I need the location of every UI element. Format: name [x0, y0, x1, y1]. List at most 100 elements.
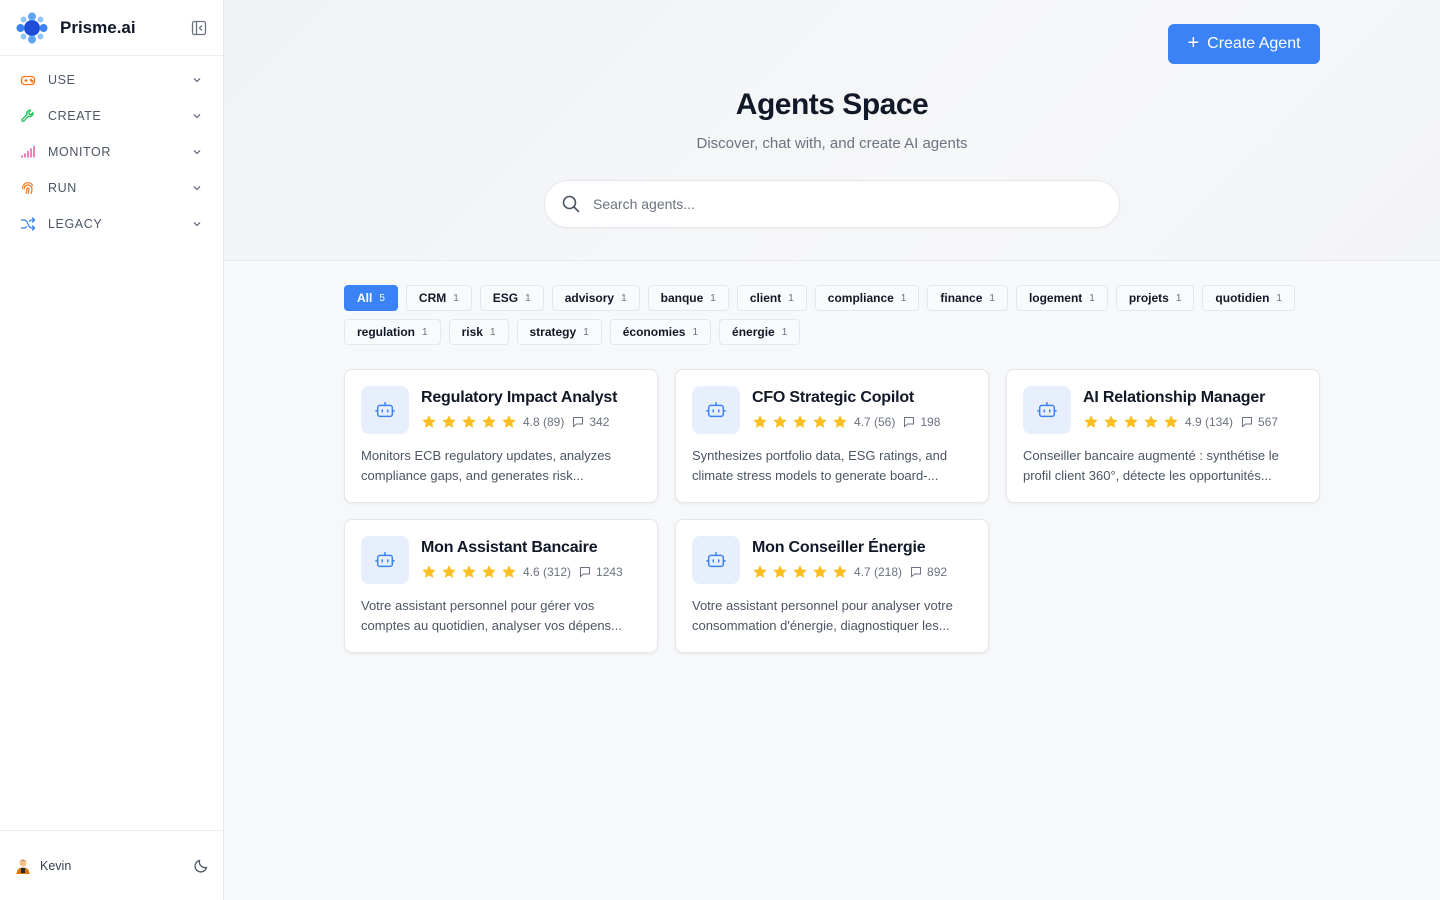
- tag-filter-chip[interactable]: All 5: [344, 285, 398, 311]
- tag-label: compliance: [827, 291, 894, 305]
- agent-card[interactable]: AI Relationship Manager 4.9 (134) 567 Conse…: [1006, 369, 1320, 503]
- brand-header: Prisme.ai: [0, 0, 223, 56]
- tag-count: 1: [1175, 292, 1182, 304]
- comment-count: 567: [1258, 415, 1279, 429]
- star-icon: [1123, 414, 1139, 430]
- tag-count: 1: [781, 326, 788, 338]
- agent-meta: 4.9 (134) 567: [1083, 414, 1278, 430]
- star-icon: [812, 414, 828, 430]
- tag-label: advisory: [564, 291, 615, 305]
- agent-name: Regulatory Impact Analyst: [421, 389, 618, 406]
- tag-filter-chip[interactable]: économies 1: [609, 319, 712, 345]
- tag-filter-chip[interactable]: banque 1: [647, 285, 729, 311]
- star-icon: [752, 414, 768, 430]
- robot-icon: [361, 386, 409, 434]
- tag-filter-chip[interactable]: logement 1: [1015, 285, 1108, 311]
- star-icon: [461, 414, 477, 430]
- sidebar-item-label: CREATE: [48, 109, 102, 123]
- tag-filter-chip[interactable]: compliance 1: [814, 285, 920, 311]
- star-icon: [772, 414, 788, 430]
- star-rating: [421, 414, 517, 430]
- tag-filter-chip[interactable]: quotidien 1: [1202, 285, 1295, 311]
- star-icon: [1163, 414, 1179, 430]
- sidebar-item-use[interactable]: USE: [0, 62, 223, 98]
- tag-label: CRM: [418, 291, 447, 305]
- agent-description: Votre assistant personnel pour analyser …: [692, 598, 953, 633]
- sidebar-item-label: USE: [48, 73, 76, 87]
- rating-value: 4.6 (312): [523, 565, 572, 579]
- agent-name: CFO Strategic Copilot: [752, 389, 915, 406]
- star-icon: [461, 564, 477, 580]
- sidebar-item-label: MONITOR: [48, 145, 111, 159]
- sidebar-item-label: RUN: [48, 181, 77, 195]
- tag-filter-chip[interactable]: regulation 1: [344, 319, 441, 345]
- user-avatar-icon[interactable]: [14, 857, 32, 875]
- tag-filter-chip[interactable]: CRM 1: [405, 285, 472, 311]
- tag-label: client: [749, 291, 782, 305]
- moon-icon[interactable]: [193, 858, 209, 874]
- comment-icon: [911, 567, 922, 578]
- tag-label: ESG: [492, 291, 519, 305]
- search-bar[interactable]: [544, 180, 1120, 228]
- star-icon: [421, 564, 437, 580]
- comment-count: 1243: [596, 565, 623, 579]
- tag-count: 1: [1276, 292, 1282, 304]
- tag-label: énergie: [732, 325, 775, 339]
- tag-filter-list: All 5 CRM 1 ESG 1 advisory 1 banque 1 client 1 compl…: [344, 285, 1324, 345]
- robot-icon: [692, 536, 740, 584]
- sidebar: Prisme.ai USE CREATE MONITOR RUN LEGACY …: [0, 0, 224, 900]
- sidebar-item-label: LEGACY: [48, 217, 103, 231]
- sidebar-item-legacy[interactable]: LEGACY: [0, 206, 223, 242]
- tag-count: 1: [621, 292, 627, 304]
- hero-section: + Create Agent Agents Space Discover, ch…: [224, 0, 1440, 261]
- rating-value: 4.7 (218): [854, 565, 903, 579]
- agent-card[interactable]: CFO Strategic Copilot 4.7 (56) 198 Synthesi…: [675, 369, 989, 503]
- star-icon: [772, 564, 788, 580]
- tag-filter-chip[interactable]: risk 1: [448, 319, 509, 345]
- tag-filter-chip[interactable]: énergie 1: [719, 319, 801, 345]
- tag-filter-chip[interactable]: advisory 1: [551, 285, 640, 311]
- star-icon: [1103, 414, 1119, 430]
- fingerprint-icon: [20, 180, 36, 196]
- tag-filter-chip[interactable]: projets 1: [1115, 285, 1195, 311]
- agent-meta: 4.8 (89) 342: [421, 414, 609, 430]
- gamepad-icon: [20, 72, 36, 88]
- tag-label: banque: [660, 291, 704, 305]
- brand-name: Prisme.ai: [60, 17, 136, 37]
- tag-count: 5: [379, 292, 385, 304]
- search-input[interactable]: [593, 196, 1073, 212]
- agent-description: Conseiller bancaire augmenté : synthétis…: [1023, 448, 1279, 483]
- robot-icon: [692, 386, 740, 434]
- comment-icon: [580, 567, 591, 578]
- agent-description: Monitors ECB regulatory updates, analyze…: [361, 448, 612, 483]
- sidebar-item-run[interactable]: RUN: [0, 170, 223, 206]
- tag-count: 1: [710, 292, 716, 304]
- star-icon: [752, 564, 768, 580]
- tag-count: 1: [525, 292, 531, 304]
- create-agent-button[interactable]: + Create Agent: [1168, 24, 1320, 64]
- rating-value: 4.9 (134): [1185, 415, 1234, 429]
- star-icon: [501, 564, 517, 580]
- comment-icon: [1242, 417, 1253, 428]
- agent-card[interactable]: Mon Assistant Bancaire 4.6 (312) 1243 Votre…: [344, 519, 658, 653]
- sidebar-item-monitor[interactable]: MONITOR: [0, 134, 223, 170]
- prisme-logo-icon[interactable]: [16, 12, 48, 44]
- star-icon: [832, 564, 848, 580]
- main-content: + Create Agent Agents Space Discover, ch…: [224, 0, 1440, 900]
- tag-count: 1: [583, 326, 589, 338]
- tag-filter-chip[interactable]: client 1: [736, 285, 807, 311]
- tag-filter-chip[interactable]: strategy 1: [516, 319, 602, 345]
- agent-meta: 4.6 (312) 1243: [421, 564, 623, 580]
- tag-label: projets: [1128, 291, 1169, 305]
- tag-filter-chip[interactable]: finance 1: [927, 285, 1008, 311]
- tag-filter-chip[interactable]: ESG 1: [479, 285, 544, 311]
- tag-label: économies: [622, 325, 686, 339]
- star-rating: [752, 564, 848, 580]
- star-rating: [752, 414, 848, 430]
- agent-card[interactable]: Mon Conseiller Énergie 4.7 (218) 892 Votre …: [675, 519, 989, 653]
- agent-meta: 4.7 (56) 198: [752, 414, 940, 430]
- agent-card[interactable]: Regulatory Impact Analyst 4.8 (89) 342 Moni…: [344, 369, 658, 503]
- star-icon: [501, 414, 517, 430]
- sidebar-item-create[interactable]: CREATE: [0, 98, 223, 134]
- sidebar-collapse-icon[interactable]: [191, 20, 207, 36]
